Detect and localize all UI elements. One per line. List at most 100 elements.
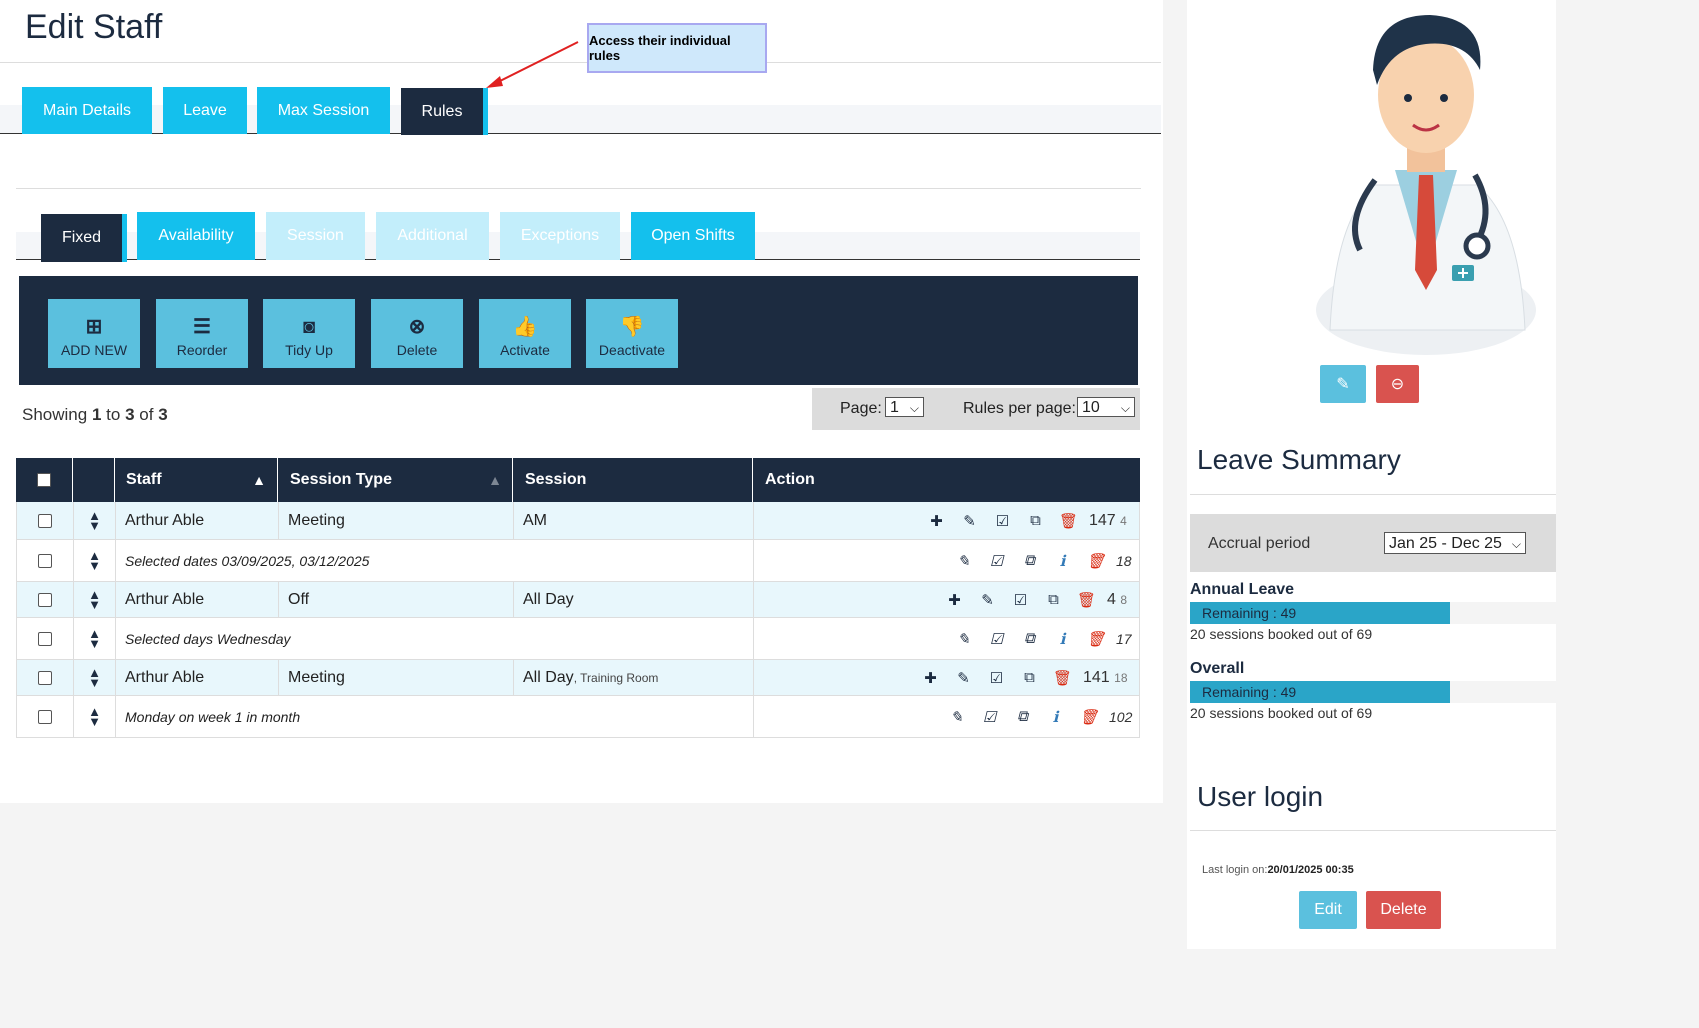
activate-button[interactable]: 👍 Activate	[479, 299, 571, 368]
delete-login-button[interactable]: Delete	[1366, 891, 1441, 929]
x-circle-icon: ⊗	[408, 316, 426, 338]
info-icon[interactable]: ℹ	[1039, 708, 1072, 726]
trash-icon[interactable]: 🗑	[1079, 630, 1112, 648]
row-actions: ✚ ✎ ☑ ⧉ 🗑 147 4	[920, 502, 1127, 539]
select-all-checkbox[interactable]	[37, 473, 51, 487]
add-new-button[interactable]: ⊞ ADD NEW	[48, 299, 140, 368]
leave-summary-divider	[1190, 494, 1556, 495]
tidy-up-label: Tidy Up	[285, 342, 333, 358]
edit-icon[interactable]: ✎	[947, 552, 980, 570]
check-icon[interactable]: ☑	[1004, 591, 1037, 609]
tidy-up-button[interactable]: ◙ Tidy Up	[263, 299, 355, 368]
drag-handle[interactable]: ▲ ▼	[73, 502, 115, 539]
rule-id: 147 4	[1089, 512, 1127, 530]
copy-icon[interactable]: ⧉	[1019, 512, 1052, 529]
check-icon[interactable]: ☑	[973, 708, 1006, 726]
copy-icon[interactable]: ⧉	[1006, 708, 1039, 725]
remove-photo-button[interactable]: ⊖	[1376, 365, 1419, 403]
check-icon[interactable]: ☑	[986, 512, 1019, 530]
check-icon[interactable]: ☑	[980, 630, 1013, 648]
check-icon[interactable]: ☑	[980, 669, 1013, 687]
check-icon[interactable]: ☑	[980, 552, 1013, 570]
cell-staff: Arthur Able	[115, 660, 278, 695]
subtab-availability[interactable]: Availability	[137, 212, 255, 260]
sort-up-icon[interactable]: ▲	[488, 458, 502, 502]
trash-icon[interactable]: 🗑	[1070, 591, 1103, 609]
table-row: ▲ ▼ Arthur Able Meeting All Day, Training…	[16, 660, 1140, 696]
overall-booked-text: 20 sessions booked out of 69	[1190, 705, 1373, 721]
header-staff[interactable]: Staff ▲	[114, 458, 276, 502]
copy-icon[interactable]: ⧉	[1037, 591, 1070, 608]
sort-up-icon[interactable]: ▲	[252, 458, 266, 502]
info-icon[interactable]: ℹ	[1046, 630, 1079, 648]
trash-icon[interactable]: 🗑	[1079, 552, 1112, 570]
add-icon[interactable]: ✚	[920, 512, 953, 530]
cell-staff: Arthur Able	[115, 502, 278, 539]
subtab-additional[interactable]: Additional	[376, 212, 489, 260]
copy-icon[interactable]: ⧉	[1013, 630, 1046, 647]
row-checkbox[interactable]	[38, 709, 52, 724]
copy-icon[interactable]: ⧉	[1013, 552, 1046, 569]
info-icon[interactable]: ℹ	[1046, 552, 1079, 570]
table-row: ▲ ▼ Arthur Able Off All Day ✚ ✎ ☑ ⧉ 🗑 4 8	[16, 582, 1140, 618]
sort-icon: ▲ ▼	[88, 547, 101, 573]
add-icon[interactable]: ✚	[938, 591, 971, 609]
edit-photo-button[interactable]: ✎	[1320, 365, 1366, 403]
row-actions: ✎ ☑ ⧉ ℹ 🗑 17	[947, 618, 1131, 659]
cell-detail: Monday on week 1 in month	[115, 696, 753, 737]
drag-handle[interactable]: ▲ ▼	[73, 582, 115, 617]
sort-column-header	[72, 458, 115, 502]
header-session-type[interactable]: Session Type ▲	[277, 458, 512, 502]
sort-icon: ▲ ▼	[88, 507, 101, 533]
last-login: Last login on:20/01/2025 00:35	[1202, 864, 1354, 876]
sort-icon: ▲ ▼	[88, 625, 101, 651]
tab-main-details[interactable]: Main Details	[22, 87, 152, 134]
drag-handle[interactable]: ▲ ▼	[73, 618, 115, 659]
delete-button[interactable]: ⊗ Delete	[371, 299, 463, 368]
edit-icon[interactable]: ✎	[940, 708, 973, 726]
copy-icon[interactable]: ⧉	[1013, 669, 1046, 686]
row-checkbox[interactable]	[38, 513, 52, 528]
last-login-label: Last login on:	[1202, 864, 1268, 876]
chevron-down-icon: ⌵	[1120, 401, 1130, 415]
tab-leave[interactable]: Leave	[163, 87, 247, 134]
overall-remaining-label: Remaining : 49	[1202, 684, 1297, 700]
edit-icon[interactable]: ✎	[947, 630, 980, 648]
edit-login-button[interactable]: Edit	[1299, 891, 1357, 929]
session-location: , Training Room	[573, 670, 659, 685]
showing-prefix: Showing	[22, 405, 88, 424]
table-row: ▲ ▼ Arthur Able Meeting AM ✚ ✎ ☑ ⧉ 🗑 147 …	[16, 502, 1140, 540]
page-select[interactable]: 1 ⌵	[885, 397, 924, 417]
trash-icon[interactable]: 🗑	[1046, 669, 1079, 687]
trash-icon[interactable]: 🗑	[1072, 708, 1105, 726]
staff-avatar	[1316, 15, 1536, 355]
annual-remaining-label: Remaining : 49	[1202, 605, 1297, 621]
rule-detail-id: 102	[1109, 708, 1133, 725]
row-actions: ✚ ✎ ☑ ⧉ 🗑 141 18	[914, 660, 1127, 695]
drag-handle[interactable]: ▲ ▼	[73, 540, 115, 581]
row-checkbox[interactable]	[38, 553, 52, 568]
subtab-session[interactable]: Session	[266, 212, 365, 260]
tab-rules[interactable]: Rules	[401, 88, 488, 135]
per-page-label: Rules per page:	[963, 400, 1076, 417]
per-page-select[interactable]: 10 ⌵	[1077, 397, 1135, 417]
row-checkbox[interactable]	[38, 592, 52, 607]
reorder-button[interactable]: ☰ Reorder	[156, 299, 248, 368]
row-checkbox-cell	[17, 502, 73, 539]
drag-handle[interactable]: ▲ ▼	[73, 696, 115, 737]
subtab-exceptions[interactable]: Exceptions	[500, 212, 620, 260]
add-icon[interactable]: ✚	[914, 669, 947, 687]
deactivate-button[interactable]: 👎 Deactivate	[586, 299, 678, 368]
subtab-fixed[interactable]: Fixed	[41, 214, 127, 262]
edit-icon[interactable]: ✎	[947, 669, 980, 687]
edit-icon[interactable]: ✎	[971, 591, 1004, 609]
drag-handle[interactable]: ▲ ▼	[73, 660, 115, 695]
trash-icon[interactable]: 🗑	[1052, 512, 1085, 530]
subtab-open-shifts[interactable]: Open Shifts	[631, 212, 755, 260]
tab-max-session[interactable]: Max Session	[257, 87, 390, 134]
edit-icon[interactable]: ✎	[953, 512, 986, 530]
row-checkbox[interactable]	[38, 670, 52, 685]
row-checkbox[interactable]	[38, 631, 52, 646]
accrual-period-select[interactable]: Jan 25 - Dec 25 ⌵	[1384, 532, 1526, 554]
row-actions: ✎ ☑ ⧉ ℹ 🗑 18	[947, 540, 1131, 581]
